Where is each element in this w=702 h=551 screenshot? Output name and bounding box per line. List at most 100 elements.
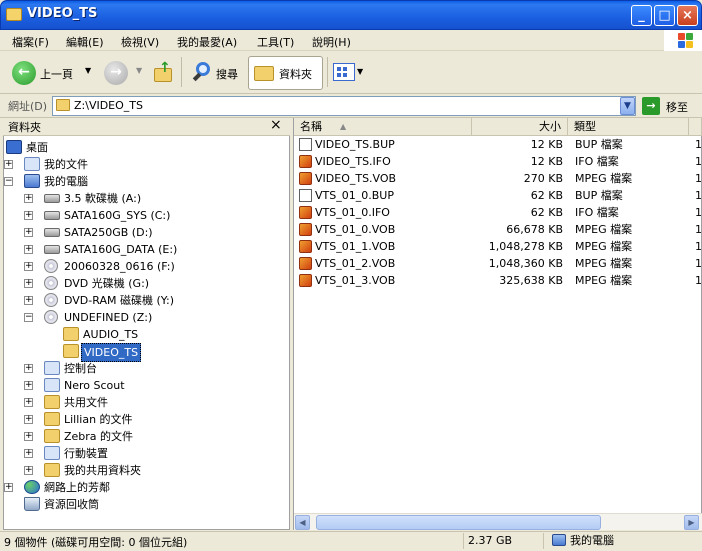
file-row[interactable]: VTS_01_3.VOB 325,638 KB MPEG 檔案 1 (296, 272, 702, 289)
collapse-icon[interactable]: − (4, 177, 13, 186)
media-file-icon (299, 240, 312, 253)
close-button[interactable]: × (677, 5, 698, 26)
tree-item-label[interactable]: DVD 光碟機 (G:) (62, 275, 151, 292)
expand-icon[interactable]: + (24, 466, 33, 475)
tree-item-label[interactable]: 3.5 軟碟機 (A:) (62, 190, 143, 207)
expand-icon[interactable]: + (24, 449, 33, 458)
maximize-button[interactable]: □ (654, 5, 675, 26)
tree-item-label[interactable]: DVD-RAM 磁碟機 (Y:) (62, 292, 176, 309)
file-row[interactable]: VTS_01_2.VOB 1,048,360 KB MPEG 檔案 1 (296, 255, 702, 272)
file-size: 325,638 KB (499, 274, 563, 287)
back-button-label[interactable]: 上一頁 (40, 66, 73, 82)
tree-item-label[interactable]: UNDEFINED (Z:) (62, 309, 154, 326)
expand-icon[interactable]: + (4, 160, 13, 169)
folder-icon (6, 8, 22, 21)
title-bar[interactable] (0, 0, 702, 30)
horizontal-scrollbar[interactable]: ◀ ▶ (294, 513, 702, 530)
expand-icon[interactable]: + (24, 279, 33, 288)
expand-icon[interactable]: + (24, 211, 33, 220)
menu-edit[interactable]: 編輯(E) (66, 34, 104, 50)
file-row[interactable]: VIDEO_TS.BUP 12 KB BUP 檔案 1 (296, 136, 702, 153)
address-dropdown-icon[interactable]: ▼ (620, 97, 635, 115)
tree-item-label[interactable]: 桌面 (24, 139, 50, 156)
file-size: 270 KB (523, 172, 563, 185)
search-icon[interactable] (190, 60, 214, 84)
tree-item-label[interactable]: Lillian 的文件 (62, 411, 135, 428)
tree-item-label[interactable]: 20060328_0616 (F:) (62, 258, 177, 275)
nero-scout-icon (44, 378, 60, 392)
folder-pane-header (3, 118, 290, 136)
column-header-name[interactable]: 名稱 ▲ (294, 118, 472, 136)
file-row[interactable]: VTS_01_0.IFO 62 KB IFO 檔案 1 (296, 204, 702, 221)
file-name: VTS_01_1.VOB (315, 240, 396, 253)
close-pane-icon[interactable]: × (270, 117, 282, 133)
tree-item-label[interactable]: AUDIO_TS (81, 326, 140, 343)
expand-icon[interactable]: + (4, 483, 13, 492)
expand-icon[interactable]: + (24, 415, 33, 424)
tree-item-label[interactable]: SATA160G_SYS (C:) (62, 207, 172, 224)
expand-icon[interactable]: + (24, 296, 33, 305)
views-icon[interactable] (333, 63, 355, 81)
folders-button-label[interactable]: 資料夾 (279, 66, 312, 82)
back-arrow-icon[interactable]: ← (12, 61, 36, 85)
column-header-extra[interactable] (689, 118, 702, 136)
tree-item-label[interactable]: Zebra 的文件 (62, 428, 135, 445)
expand-icon[interactable]: + (24, 432, 33, 441)
file-row[interactable]: VTS_01_0.VOB 66,678 KB MPEG 檔案 1 (296, 221, 702, 238)
scroll-thumb[interactable] (316, 515, 601, 530)
go-button-label[interactable]: 移至 (666, 99, 688, 115)
folder-icon (44, 429, 60, 443)
file-name: VIDEO_TS.VOB (315, 172, 397, 185)
expand-icon[interactable]: + (24, 245, 33, 254)
menu-file[interactable]: 檔案(F) (12, 34, 49, 50)
tree-item-label[interactable]: SATA250GB (D:) (62, 224, 155, 241)
search-button-label[interactable]: 搜尋 (216, 66, 238, 82)
back-dropdown-icon[interactable]: ▼ (85, 66, 91, 75)
tree-item-label[interactable]: Nero Scout (62, 377, 127, 394)
expand-icon[interactable]: + (24, 364, 33, 373)
tree-item-label[interactable]: 行動裝置 (62, 445, 110, 462)
scroll-right-icon[interactable]: ▶ (684, 515, 699, 530)
expand-icon[interactable]: + (24, 398, 33, 407)
file-type: BUP 檔案 (575, 138, 623, 151)
my-computer-icon (24, 174, 40, 188)
column-header-size[interactable]: 大小 (472, 118, 568, 136)
tree-item-label[interactable]: 我的電腦 (42, 173, 90, 190)
file-extra-column: 1 (695, 189, 702, 202)
tree-item-label[interactable]: 我的文件 (42, 156, 90, 173)
address-value[interactable]: Z:\VIDEO_TS (74, 99, 143, 112)
tree-item-label[interactable]: 我的共用資料夾 (62, 462, 143, 479)
collapse-icon[interactable]: − (24, 313, 33, 322)
menu-view[interactable]: 檢視(V) (121, 34, 159, 50)
file-row[interactable]: VTS_01_0.BUP 62 KB BUP 檔案 1 (296, 187, 702, 204)
scroll-left-icon[interactable]: ◀ (295, 515, 310, 530)
go-arrow-icon[interactable]: → (642, 97, 660, 115)
file-extra-column: 1 (695, 274, 702, 287)
expand-icon[interactable]: + (24, 381, 33, 390)
file-row[interactable]: VIDEO_TS.VOB 270 KB MPEG 檔案 1 (296, 170, 702, 187)
tree-item-label[interactable]: 共用文件 (62, 394, 110, 411)
expand-icon[interactable]: + (24, 228, 33, 237)
column-header-type[interactable]: 類型 (568, 118, 689, 136)
tree-item-label[interactable]: 網路上的芳鄰 (42, 479, 112, 496)
folder-icon (63, 327, 79, 341)
forward-dropdown-icon[interactable]: ▼ (136, 66, 142, 75)
expand-icon[interactable]: + (24, 262, 33, 271)
forward-arrow-icon[interactable]: → (104, 61, 128, 85)
up-folder-icon[interactable]: ↑ (152, 60, 174, 84)
menu-tools[interactable]: 工具(T) (257, 34, 294, 50)
expand-icon[interactable]: + (24, 194, 33, 203)
tree-item-label[interactable]: SATA160G_DATA (E:) (62, 241, 179, 258)
menu-favorites[interactable]: 我的最愛(A) (177, 34, 237, 50)
file-row[interactable]: VTS_01_1.VOB 1,048,278 KB MPEG 檔案 1 (296, 238, 702, 255)
file-extra-column: 1 (695, 223, 702, 236)
menu-help[interactable]: 說明(H) (312, 34, 351, 50)
tree-item-label[interactable]: 資源回收筒 (42, 496, 101, 513)
tree-item-label[interactable]: 控制台 (62, 360, 99, 377)
minimize-button[interactable]: _ (631, 5, 652, 26)
file-row[interactable]: VIDEO_TS.IFO 12 KB IFO 檔案 1 (296, 153, 702, 170)
recycle-bin-icon (24, 497, 40, 511)
file-extra-column: 1 (695, 257, 702, 270)
folder-icon (56, 99, 70, 111)
views-dropdown-icon[interactable]: ▼ (357, 67, 363, 76)
